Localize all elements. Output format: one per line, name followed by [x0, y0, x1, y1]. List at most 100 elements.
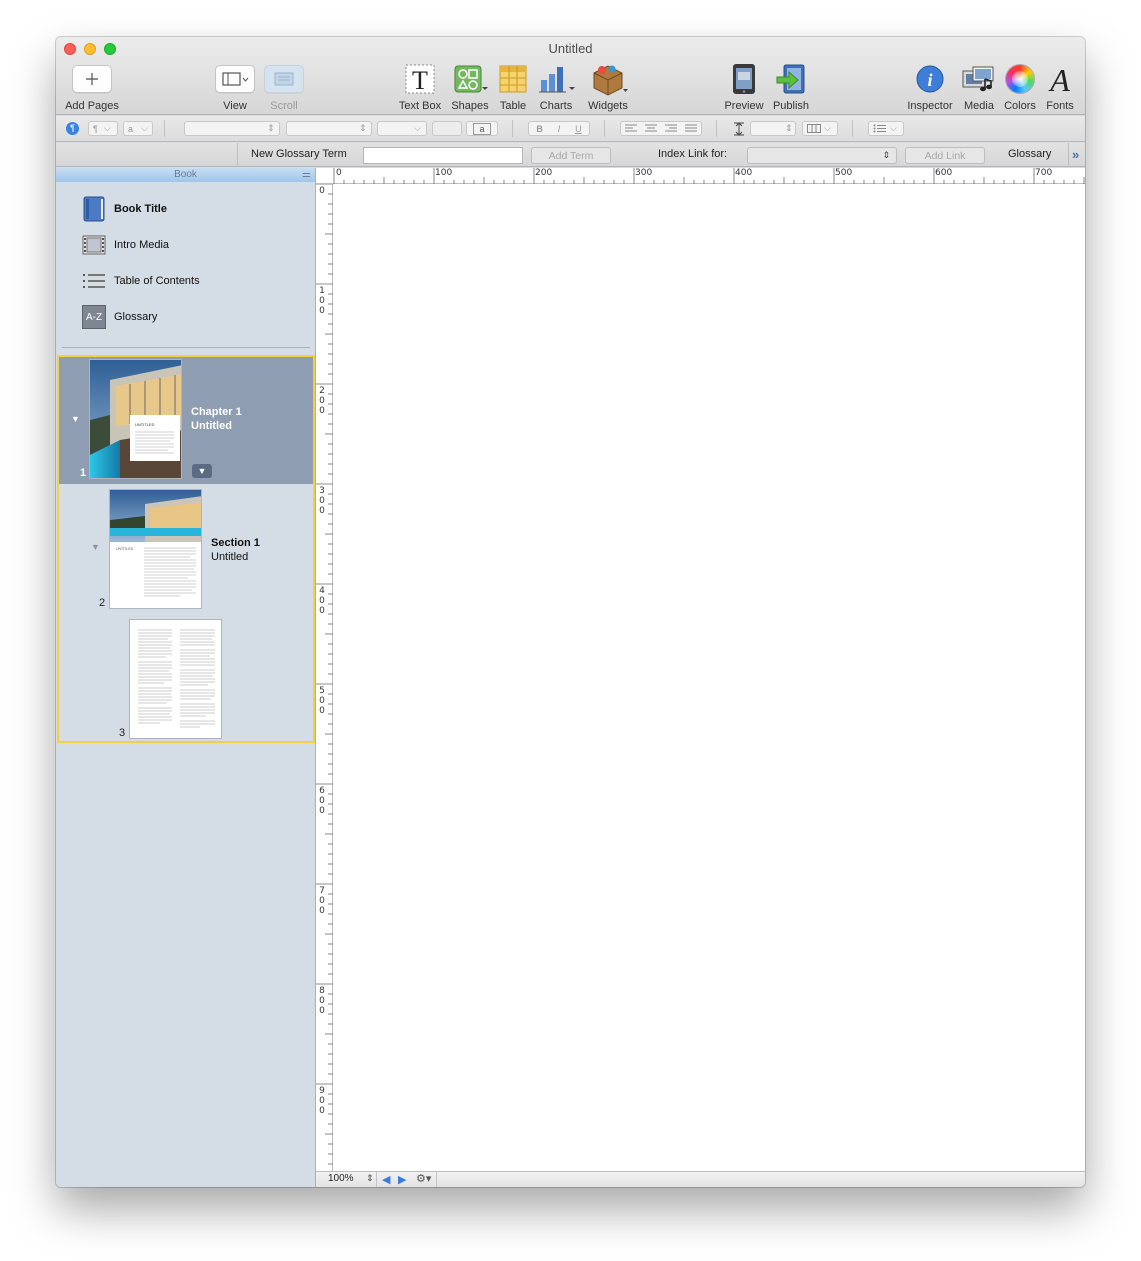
page-3-thumbnail[interactable]: [129, 619, 222, 739]
chapter-menu-chevron-icon[interactable]: ▼: [192, 464, 212, 478]
text-page-icon: [138, 629, 215, 728]
toolbar: Untitled Add Pages View Scroll T Text Bo…: [56, 37, 1085, 115]
ruler-label: 600: [935, 168, 953, 178]
scroll-label: Scroll: [270, 100, 298, 112]
next-page-icon[interactable]: ▶: [398, 1173, 406, 1186]
preview-label: Preview: [724, 100, 764, 112]
sidebar-item-table-of-contents[interactable]: Table of Contents: [82, 268, 200, 294]
list-icon: [82, 269, 106, 293]
page-number: 3: [119, 727, 126, 739]
shapes-button[interactable]: Shapes: [448, 61, 492, 112]
bottom-bar: 100% ⇕ ◀ ▶ ⚙▾: [316, 1171, 1085, 1187]
text-box-button[interactable]: T Text Box: [396, 61, 444, 112]
inspector-label: Inspector: [907, 100, 953, 112]
view-button[interactable]: View: [212, 61, 258, 112]
ruler-label: 600: [319, 786, 325, 816]
zoom-stepper-icon[interactable]: ⇕: [366, 1173, 374, 1184]
fonts-button[interactable]: A Fonts: [1040, 61, 1080, 112]
chapter-row[interactable]: ▼ 1 UNTITLED Chapter 1 Untitled ▼: [59, 357, 313, 484]
preview-button[interactable]: Preview: [720, 61, 768, 112]
add-term-button[interactable]: Add Term: [531, 147, 611, 164]
chapter-group: ▼ 1 UNTITLED Chapter 1 Untitled ▼ ▼ 2 UN…: [57, 355, 315, 743]
widgets-label: Widgets: [588, 100, 628, 112]
ruler-label: 400: [735, 168, 753, 178]
add-pages-label: Add Pages: [65, 100, 119, 112]
section-thumbnail[interactable]: UNTITLED: [109, 489, 202, 609]
font-icon: A: [1040, 61, 1080, 97]
ruler-label: 200: [535, 168, 553, 178]
ruler-label: 200: [319, 386, 325, 416]
publish-label: Publish: [772, 100, 810, 112]
ruler-label: 100: [435, 168, 453, 178]
disclosure-triangle-icon[interactable]: ▼: [91, 542, 100, 552]
book-icon: [82, 196, 106, 222]
media-button[interactable]: Media: [958, 61, 1000, 112]
scroll-button[interactable]: Scroll: [262, 61, 306, 112]
gear-icon[interactable]: ⚙▾: [416, 1172, 431, 1185]
add-pages-button[interactable]: Add Pages: [62, 61, 122, 112]
paragraph-style-popup[interactable]: ¶ ⌵: [88, 121, 118, 136]
text-background-well[interactable]: a: [466, 121, 498, 136]
app-window: Untitled Add Pages View Scroll T Text Bo…: [56, 37, 1085, 1187]
ruler-label: 100: [319, 286, 325, 316]
page-canvas[interactable]: [333, 184, 1085, 1171]
sidebar-item-label: Intro Media: [114, 239, 170, 251]
font-size-combo[interactable]: ⌵: [377, 121, 427, 136]
view-label: View: [223, 100, 247, 112]
glossary-button[interactable]: Glossary: [1008, 148, 1051, 160]
list-icon: [873, 124, 886, 133]
line-spacing-stepper[interactable]: ⇕: [750, 121, 796, 136]
character-style-popup[interactable]: a ⌵: [123, 121, 153, 136]
ruler-label: 900: [319, 1086, 325, 1116]
paragraph-styles-icon[interactable]: ¶: [66, 122, 79, 135]
thumbnail-heading: UNTITLED: [135, 422, 155, 427]
index-link-popup[interactable]: ⇕: [747, 147, 897, 164]
widgets-button[interactable]: Widgets: [584, 61, 632, 112]
sidebar-resize-icon[interactable]: ⚌: [302, 168, 311, 182]
publish-icon: [768, 61, 814, 97]
alignment-buttons[interactable]: [620, 121, 702, 136]
bold-button[interactable]: B: [536, 124, 543, 134]
colors-button[interactable]: Colors: [1000, 61, 1040, 112]
az-icon: A-Z: [82, 305, 106, 329]
ruler-ticks: [333, 168, 1085, 184]
sidebar-item-book-title[interactable]: Book Title: [82, 196, 167, 222]
info-icon: i: [902, 61, 958, 97]
view-icon: [215, 65, 255, 93]
ruler-label: 700: [319, 886, 325, 916]
table-button[interactable]: Table: [494, 61, 532, 112]
ruler-ticks: [316, 184, 333, 1165]
font-style-popup[interactable]: ⇕: [286, 121, 372, 136]
columns-popup[interactable]: ⌵: [802, 121, 838, 136]
list-style-popup[interactable]: ⌵: [868, 121, 904, 136]
publish-button[interactable]: Publish: [768, 61, 814, 112]
chevron-right-double-icon[interactable]: »: [1072, 147, 1079, 162]
chapter-subtitle: Untitled: [191, 420, 232, 432]
sidebar-item-intro-media[interactable]: Intro Media: [82, 232, 169, 258]
previous-page-icon[interactable]: ◀: [382, 1173, 390, 1186]
vertical-ruler[interactable]: 0 100 200 300 400 500 600 700 800 900: [316, 184, 333, 1171]
table-icon: [494, 61, 532, 97]
disclosure-triangle-icon[interactable]: ▼: [71, 414, 80, 424]
chapter-title: Chapter 1: [191, 406, 242, 418]
building-photo-icon: UNTITLED: [90, 360, 181, 478]
font-family-popup[interactable]: ⇕: [184, 121, 280, 136]
ruler-label: 0: [336, 168, 342, 178]
add-link-button[interactable]: Add Link: [905, 147, 985, 164]
inspector-button[interactable]: i Inspector: [902, 61, 958, 112]
color-wheel-icon: [1000, 61, 1040, 97]
charts-button[interactable]: Charts: [534, 61, 578, 112]
horizontal-ruler[interactable]: 0 100 200 300 400 500 600 700: [316, 168, 1085, 184]
sidebar-item-glossary[interactable]: A-Z Glossary: [82, 304, 157, 330]
ruler-label: 300: [635, 168, 653, 178]
sidebar-header: Book ⚌: [56, 168, 315, 182]
underline-button[interactable]: U: [575, 124, 582, 134]
new-glossary-term-field[interactable]: [363, 147, 523, 164]
chapter-thumbnail[interactable]: UNTITLED: [89, 359, 182, 479]
media-icon: [958, 61, 1000, 97]
text-style-buttons: B I U: [528, 121, 590, 136]
text-color-well[interactable]: [432, 121, 462, 136]
italic-button[interactable]: I: [558, 124, 561, 134]
shapes-icon: [448, 61, 492, 97]
svg-text:T: T: [412, 66, 428, 95]
